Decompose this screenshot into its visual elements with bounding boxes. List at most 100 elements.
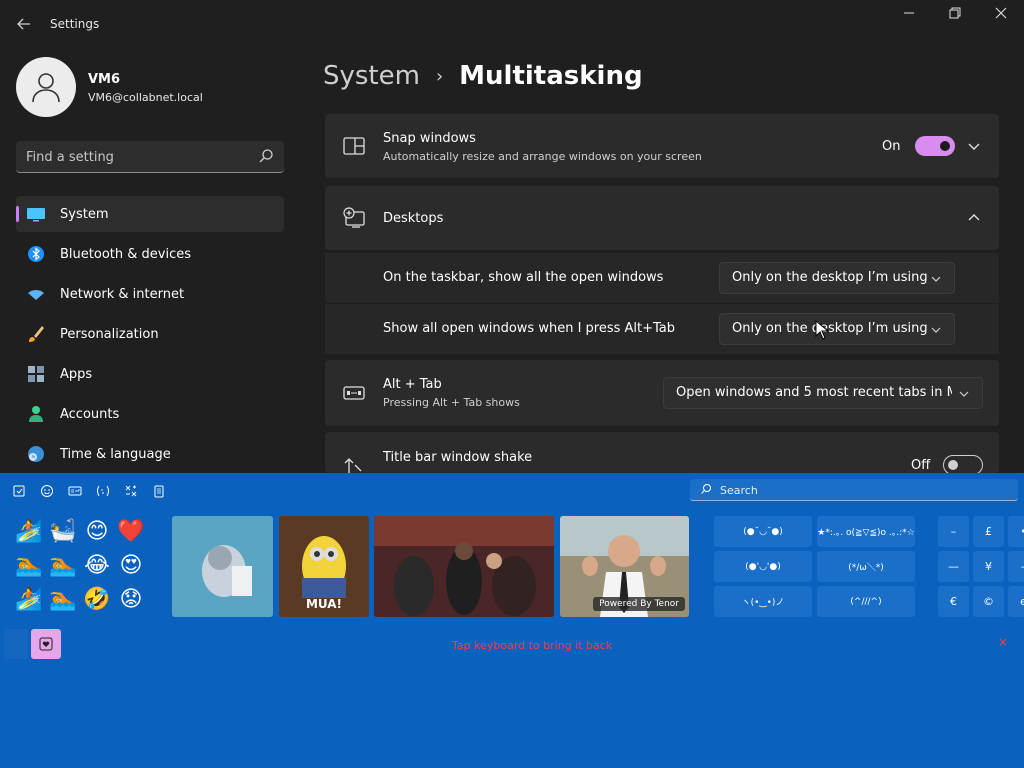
kaomoji-item[interactable]: (●˘◡˘●) (714, 516, 812, 547)
gif-item[interactable]: Powered By Tenor (560, 516, 689, 617)
emoji-item[interactable]: 😍 (114, 549, 148, 583)
dropdown-value: Only on the desktop I’m using (732, 270, 928, 285)
snap-windows-subtitle: Automatically resize and arrange windows… (383, 150, 702, 163)
favorites-button[interactable] (31, 629, 61, 659)
sidebar-item-label: Personalization (60, 326, 159, 342)
sidebar-item-apps[interactable]: Apps (16, 356, 284, 392)
toggle-knob (940, 141, 950, 151)
gif-item[interactable] (172, 516, 273, 617)
keyboard-notice[interactable]: Tap keyboard to bring it back (452, 639, 612, 652)
chevron-down-icon (931, 276, 941, 282)
bluetooth-icon (28, 246, 44, 262)
tab-symbols[interactable] (120, 481, 142, 501)
avatar[interactable] (16, 57, 76, 117)
back-button[interactable] (12, 12, 36, 36)
symbol-item[interactable]: — (938, 551, 969, 582)
chevron-down-icon (959, 391, 969, 397)
sidebar-item-accounts[interactable]: Accounts (16, 396, 284, 432)
breadcrumb-parent[interactable]: System (323, 61, 420, 91)
sidebar-item-network[interactable]: Network & internet (16, 276, 284, 312)
tab-gif[interactable] (64, 481, 86, 501)
restore-button[interactable] (932, 6, 978, 26)
minimize-button[interactable] (886, 6, 932, 26)
kaomoji-item[interactable]: (●'◡'●) (714, 551, 812, 582)
emoji-item[interactable]: ❤️ (114, 515, 148, 549)
emoji-item[interactable]: 🛀 (46, 515, 80, 549)
mouse-cursor-icon (815, 320, 829, 340)
sidebar-item-bluetooth[interactable]: Bluetooth & devices (16, 236, 284, 272)
symbols-icon (125, 485, 137, 497)
toggle-knob (948, 460, 958, 470)
gif-image (172, 516, 273, 617)
kaomoji-item[interactable]: ★*:.｡. o(≧▽≦)o .｡.:*☆ (817, 516, 915, 547)
gif-item[interactable] (374, 516, 554, 617)
symbol-item[interactable]: © (973, 586, 1004, 617)
emoji-item[interactable]: 🤣 (80, 583, 114, 617)
snap-windows-card[interactable]: Snap windows Automatically resize and ar… (325, 114, 999, 178)
emoji-item[interactable]: 🏊 (46, 583, 80, 617)
sidebar-item-personalization[interactable]: Personalization (16, 316, 284, 352)
symbol-item[interactable]: ¥ (973, 551, 1004, 582)
symbol-item[interactable]: • (1008, 516, 1024, 547)
settings-search[interactable] (16, 141, 284, 173)
symbol-item[interactable]: £ (973, 516, 1004, 547)
gif-item[interactable]: MUA! (279, 516, 369, 617)
close-icon[interactable]: × (998, 635, 1008, 649)
emoji-item[interactable]: 🏊 (12, 549, 46, 583)
emoji-item[interactable]: 😊 (80, 515, 114, 549)
tab-recent[interactable] (8, 481, 30, 501)
minimize-icon (904, 12, 914, 14)
emoji-search-input[interactable] (720, 481, 1000, 499)
sidebar-item-label: Time & language (60, 446, 171, 462)
page-title: Multitasking (459, 61, 643, 91)
alt-tab-subtitle: Pressing Alt + Tab shows (383, 396, 520, 409)
symbol-item[interactable]: e (1008, 586, 1024, 617)
chevron-right-icon: › (435, 65, 444, 87)
alt-tab-dropdown[interactable]: Open windows and 5 most recent tabs in M (663, 377, 983, 409)
panel-category-button[interactable] (4, 629, 28, 659)
heart-card-icon (39, 637, 53, 651)
sidebar-item-label: Bluetooth & devices (60, 246, 191, 262)
emoji-item[interactable]: 🏄 (12, 515, 46, 549)
symbol-item[interactable]: € (938, 586, 969, 617)
search-icon (701, 484, 711, 494)
desktops-taskbar-row: On the taskbar, show all the open window… (325, 253, 999, 303)
emoji-item[interactable]: 🏄 (12, 583, 46, 617)
desktops-card[interactable]: Desktops (325, 186, 999, 250)
taskbar-windows-dropdown[interactable]: Only on the desktop I’m using (719, 262, 955, 294)
sidebar-item-label: System (60, 206, 109, 222)
tab-emoji[interactable] (36, 481, 58, 501)
search-input[interactable] (26, 147, 246, 167)
symbol-item[interactable]: – (1008, 551, 1024, 582)
title-bar-shake-toggle[interactable] (943, 455, 983, 475)
title-bar-shake-card: Title bar window shake Off (325, 432, 999, 475)
alttab-windows-dropdown[interactable]: Only on the desktop I’m using (719, 313, 955, 345)
dropdown-value: Open windows and 5 most recent tabs in M (676, 385, 952, 400)
emoji-item[interactable]: 🏊 (46, 549, 80, 583)
recent-icon (13, 485, 25, 497)
symbol-item[interactable]: – (938, 516, 969, 547)
close-button[interactable] (978, 6, 1024, 26)
tab-kaomoji[interactable] (92, 481, 114, 501)
sidebar-item-time-language[interactable]: Time & language (16, 436, 284, 472)
emoji-item[interactable]: 😂 (80, 549, 114, 583)
clock-globe-icon (28, 446, 44, 462)
kaomoji-item[interactable]: (^///^) (817, 586, 915, 617)
sidebar-item-system[interactable]: System (16, 196, 284, 232)
search-icon[interactable] (258, 148, 274, 164)
title-bar: Settings (0, 0, 1024, 48)
apps-icon (28, 366, 44, 382)
alt-tab-card: Alt + Tab Pressing Alt + Tab shows Open … (325, 360, 999, 426)
chevron-up-icon[interactable] (967, 211, 981, 225)
breadcrumb: System › Multitasking (323, 58, 643, 94)
snap-windows-toggle[interactable] (915, 136, 955, 156)
close-icon (995, 7, 1007, 19)
kaomoji-item[interactable]: ヽ(•‿•)ノ (714, 586, 812, 617)
chevron-down-icon[interactable] (967, 139, 981, 153)
emoji-icon (41, 485, 53, 497)
emoji-item[interactable]: 😟 (114, 583, 148, 617)
shake-toggle-state: Off (911, 458, 931, 473)
tab-clipboard[interactable] (148, 481, 170, 501)
kaomoji-item[interactable]: (*/ω＼*) (817, 551, 915, 582)
emoji-search[interactable] (690, 479, 1018, 501)
